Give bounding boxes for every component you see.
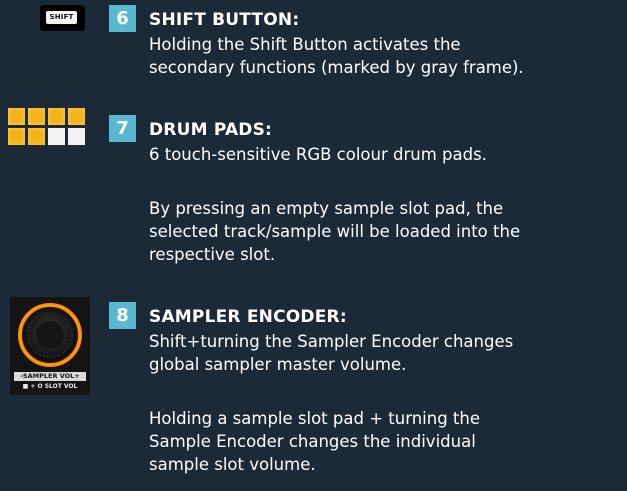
drum-pad bbox=[28, 128, 45, 145]
section-heading: SAMPLER ENCODER: bbox=[149, 307, 347, 327]
section-heading: SHIFT BUTTON: bbox=[149, 10, 300, 30]
description-line: selected track/sample will be loaded int… bbox=[149, 222, 521, 241]
encoder-volume-label: -SAMPLER VOL+ bbox=[14, 372, 86, 381]
drum-pad bbox=[8, 108, 25, 125]
drum-pad bbox=[48, 108, 65, 125]
description-line: secondary functions (marked by gray fram… bbox=[149, 58, 524, 77]
description-line: respective slot. bbox=[149, 245, 276, 264]
drum-pad bbox=[48, 128, 65, 145]
drum-pad bbox=[68, 108, 85, 125]
description-line: sample slot volume. bbox=[149, 455, 316, 474]
description-line: Holding a sample slot pad + turning the bbox=[149, 409, 480, 428]
sampler-encoder-icon: -SAMPLER VOL+ ■ + O SLOT VOL bbox=[10, 297, 90, 395]
number-badge: 8 bbox=[109, 302, 136, 329]
drum-pad bbox=[68, 128, 85, 145]
drum-pad bbox=[8, 128, 25, 145]
description-line: By pressing an empty sample slot pad, th… bbox=[149, 199, 504, 218]
shift-button-face: SHIFT bbox=[46, 11, 77, 24]
description-line: 6 touch-sensitive RGB colour drum pads. bbox=[149, 145, 487, 164]
number-badge: 6 bbox=[109, 5, 136, 32]
description-line: global sampler master volume. bbox=[149, 355, 407, 374]
description-line: Holding the Shift Button activates the bbox=[149, 35, 461, 54]
encoder-slot-volume-label: ■ + O SLOT VOL bbox=[22, 383, 78, 390]
description-line: Shift+turning the Sampler Encoder change… bbox=[149, 332, 514, 351]
section-heading: DRUM PADS: bbox=[149, 120, 273, 140]
drum-pads-icon bbox=[8, 108, 88, 145]
number-badge: 7 bbox=[109, 115, 136, 142]
shift-button-icon: SHIFT bbox=[40, 5, 85, 31]
description-line: Sample Encoder changes the individual bbox=[149, 432, 476, 451]
drum-pad bbox=[28, 108, 45, 125]
